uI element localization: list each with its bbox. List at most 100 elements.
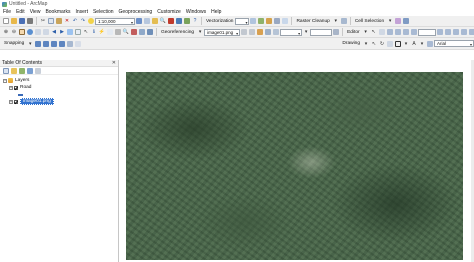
rotate-edit-icon[interactable]: [468, 29, 474, 35]
copy-icon[interactable]: [48, 18, 54, 24]
raster-painting-icon[interactable]: [340, 18, 347, 24]
line-symbol-icon[interactable]: [18, 93, 23, 96]
list-by-drawing-order-icon[interactable]: [3, 67, 9, 74]
chevron-down-icon[interactable]: ▾: [131, 20, 133, 25]
layer-visibility-checkbox[interactable]: [14, 85, 18, 90]
hyperlink-icon[interactable]: ⚡: [99, 29, 105, 35]
search-icon[interactable]: 🔍: [160, 18, 166, 24]
expand-icon[interactable]: +: [9, 85, 13, 90]
delete-icon[interactable]: ✕: [64, 18, 70, 24]
layer-row-image01[interactable]: + image01.png: [3, 98, 115, 105]
select-features-icon[interactable]: [67, 29, 73, 35]
layer-row-road[interactable]: + Road: [3, 84, 115, 91]
full-extent-icon[interactable]: [27, 29, 33, 35]
clear-selection-icon[interactable]: [75, 29, 81, 35]
list-by-visibility-icon[interactable]: [19, 67, 25, 74]
chevron-down-icon[interactable]: ▾: [298, 31, 300, 36]
shift-icon[interactable]: [249, 29, 256, 35]
point-icon[interactable]: [410, 29, 417, 35]
select-elements-icon[interactable]: ↖: [83, 29, 89, 35]
save-icon[interactable]: [19, 18, 25, 24]
zoom-in-icon[interactable]: ⊕: [3, 29, 9, 35]
forward-extent-icon[interactable]: ▶: [59, 29, 65, 35]
menu-help[interactable]: Help: [211, 9, 221, 15]
rotate-element-icon[interactable]: ↻: [379, 41, 385, 47]
catalog-icon[interactable]: [152, 18, 158, 24]
chevron-down-icon[interactable]: ▾: [27, 41, 33, 47]
text-icon[interactable]: A: [411, 41, 417, 47]
find-route-icon[interactable]: [131, 29, 137, 35]
viewer-icon[interactable]: [273, 29, 280, 35]
pan-hand-icon[interactable]: [19, 29, 25, 35]
menu-bookmarks[interactable]: Bookmarks: [45, 9, 70, 15]
edit-tool-icon[interactable]: ↖: [371, 29, 377, 35]
zoom-out-icon[interactable]: ⊖: [11, 29, 17, 35]
redo-icon[interactable]: ↷: [80, 18, 86, 24]
layer-visibility-checkbox[interactable]: [14, 99, 18, 104]
edit-task-field[interactable]: [417, 28, 436, 36]
menu-file[interactable]: File: [3, 9, 11, 15]
list-by-selection-icon[interactable]: [27, 67, 33, 74]
open-folder-icon[interactable]: [11, 18, 17, 24]
chevron-down-icon[interactable]: ▾: [245, 20, 247, 25]
list-by-source-icon[interactable]: [11, 67, 17, 74]
identify-icon[interactable]: ℹ: [91, 29, 97, 35]
cut-icon[interactable]: ✂: [40, 18, 46, 24]
menu-insert[interactable]: Insert: [75, 9, 88, 15]
chevron-down-icon[interactable]: ▾: [333, 18, 339, 24]
edit-annotation-icon[interactable]: [378, 29, 385, 35]
rectangle-icon[interactable]: [395, 40, 401, 47]
print-icon[interactable]: [27, 18, 33, 24]
point-snapping-icon[interactable]: [35, 40, 42, 47]
table-of-contents-icon[interactable]: [144, 18, 150, 24]
vectorization-settings-icon[interactable]: [250, 18, 257, 24]
end-snapping-icon[interactable]: [43, 40, 50, 47]
georeferencing-combo[interactable]: ▾: [280, 28, 303, 36]
menu-geoprocessing[interactable]: Geoprocessing: [119, 9, 153, 15]
snap-to-sketch-icon[interactable]: [67, 40, 74, 47]
collapse-icon[interactable]: −: [3, 78, 7, 83]
interactive-selection-icon[interactable]: [403, 18, 410, 24]
vectorize-icon[interactable]: [258, 18, 265, 24]
vertex-snapping-icon[interactable]: [51, 40, 58, 47]
georeferencing-transparency-field[interactable]: [310, 28, 333, 36]
raster-cleanup-label[interactable]: Raster Cleanup: [296, 19, 329, 24]
select-elements-icon[interactable]: ↖: [371, 41, 377, 47]
menu-edit[interactable]: Edit: [16, 9, 25, 15]
edit-vertices-icon[interactable]: [436, 29, 443, 35]
edit-vertices-draw-icon[interactable]: [427, 40, 433, 47]
vectorization-dropdown[interactable]: ▾: [235, 17, 250, 25]
time-slider-icon[interactable]: [147, 29, 153, 35]
close-icon[interactable]: ✕: [112, 60, 116, 66]
fixed-zoom-in-icon[interactable]: [35, 29, 41, 35]
map-view[interactable]: [120, 60, 474, 262]
arctoolbox-icon[interactable]: [168, 18, 174, 24]
generate-features-icon[interactable]: [274, 18, 281, 24]
edge-snapping-icon[interactable]: [59, 40, 66, 47]
editor-toolbar-icon[interactable]: [136, 18, 142, 24]
chevron-down-icon[interactable]: ▾: [387, 18, 393, 24]
split-icon[interactable]: [460, 29, 467, 35]
menu-view[interactable]: View: [30, 9, 41, 15]
snapping-options-icon[interactable]: [75, 40, 82, 47]
chevron-down-icon[interactable]: ▾: [363, 41, 369, 47]
measure-icon[interactable]: [115, 29, 121, 35]
chevron-down-icon[interactable]: ▾: [470, 42, 472, 47]
end-point-arc-icon[interactable]: [394, 29, 401, 35]
chevron-down-icon[interactable]: ▾: [363, 29, 369, 35]
cell-selection-label[interactable]: Cell Selection: [355, 19, 384, 24]
straight-segment-icon[interactable]: [386, 29, 393, 35]
font-name-select[interactable]: Arial ▾: [434, 40, 474, 47]
chevron-down-icon[interactable]: ▾: [303, 29, 309, 35]
map-scale-field[interactable]: 1:10,000 ▾: [95, 17, 135, 25]
editor-menu-label[interactable]: Editor: [347, 30, 360, 35]
view-link-table-icon[interactable]: [265, 29, 272, 35]
options-icon[interactable]: [35, 67, 41, 74]
layers-group-row[interactable]: − Layers: [3, 77, 115, 84]
add-data-icon[interactable]: [88, 18, 94, 24]
trace-icon[interactable]: [266, 18, 273, 24]
select-connected-cells-icon[interactable]: [395, 18, 402, 24]
georeferencing-toolbar-label[interactable]: Georeferencing: [161, 30, 194, 35]
reshape-icon[interactable]: [444, 29, 451, 35]
add-control-points-icon[interactable]: [257, 29, 264, 35]
